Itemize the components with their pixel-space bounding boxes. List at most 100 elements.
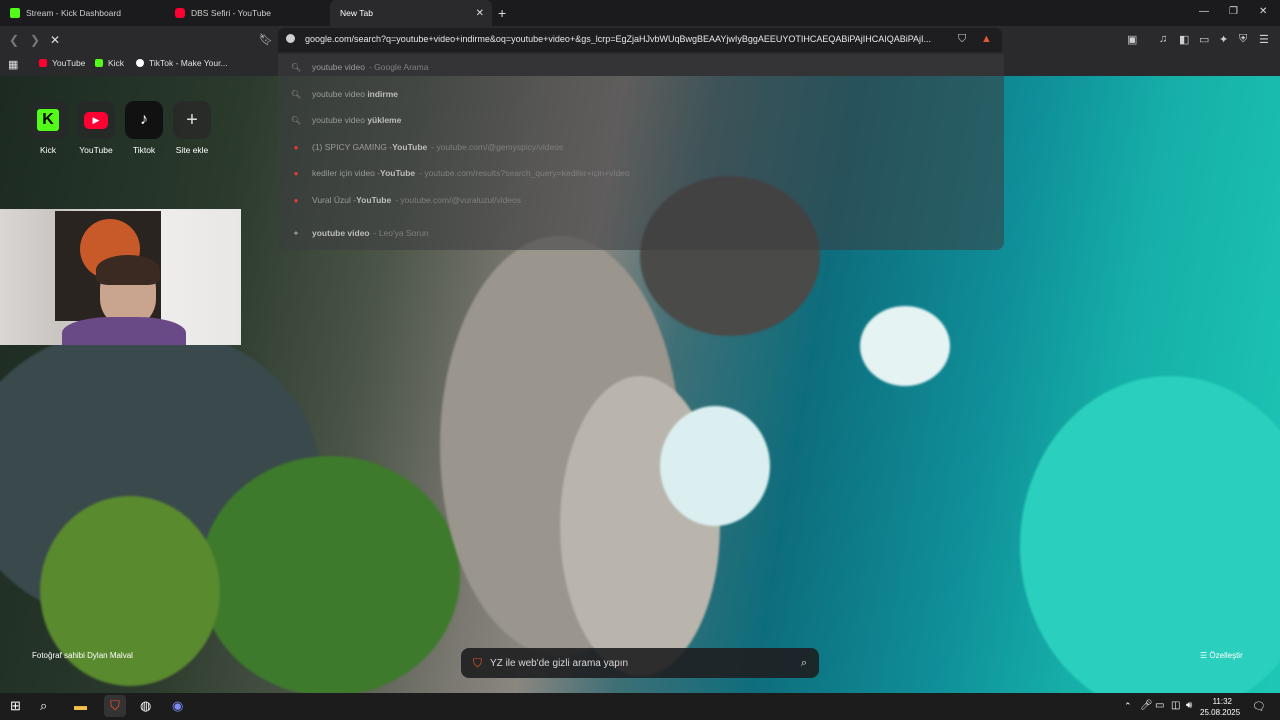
restore-icon[interactable]: ❐: [1229, 6, 1238, 17]
bookmark-kick[interactable]: Kick: [95, 58, 124, 68]
close-icon[interactable]: ✕: [476, 8, 484, 19]
search-icon[interactable]: ⌕: [801, 657, 807, 670]
clock[interactable]: 11:32 25.08.2025: [1200, 696, 1241, 718]
suggestion-source: - Google Arama: [368, 62, 429, 72]
youtube-icon: ●: [293, 168, 299, 178]
suggestion-text: Vural Üzul -: [312, 195, 357, 205]
youtube-icon: ▶: [77, 101, 115, 139]
tab-strip: Stream - Kick Dashboard DBS Sefiri - You…: [0, 0, 1280, 26]
leo-ai-icon[interactable]: ✦: [1219, 33, 1228, 46]
plus-icon: +: [173, 101, 211, 139]
bookmark-youtube[interactable]: YouTube: [39, 58, 85, 68]
window-close-icon[interactable]: ✕: [1259, 6, 1267, 17]
suggestion-text: youtube video: [312, 89, 365, 99]
tab-title: New Tab: [340, 8, 373, 18]
shortcut-tiktok[interactable]: ♪ Tiktok: [125, 101, 163, 155]
suggestion-url: - youtube.com/results?search_query=kedil…: [419, 168, 630, 178]
suggestion-bold: YouTube: [356, 195, 392, 205]
shortcut-add-site[interactable]: + Site ekle: [173, 101, 211, 155]
new-tab-button[interactable]: +: [498, 5, 506, 21]
suggestion-text: youtube video: [312, 115, 365, 125]
sidebar-icon[interactable]: ◧: [1179, 33, 1189, 46]
minimize-icon[interactable]: —: [1199, 6, 1209, 17]
brave-browser-icon[interactable]: ⛉: [104, 695, 126, 717]
suggestion-item[interactable]: 🔍︎ youtube video indirme: [278, 81, 1004, 107]
customize-button[interactable]: ☰ Özelleştir: [1200, 651, 1243, 660]
tab-youtube[interactable]: DBS Sefiri - YouTube: [165, 0, 330, 26]
suggestion-text: kediler için video -: [312, 168, 381, 178]
clock-time: 11:32: [1212, 697, 1232, 706]
apps-grid-icon[interactable]: ▦: [8, 58, 18, 71]
network-icon[interactable]: ◫: [1171, 700, 1180, 711]
tab-title: Stream - Kick Dashboard: [26, 8, 121, 18]
forward-button[interactable]: ❯: [30, 33, 40, 47]
back-button[interactable]: ❮: [9, 33, 19, 47]
suggestion-source: - Leo'ya Sorun: [373, 228, 429, 238]
suggestion-item[interactable]: ● Vural Üzul - YouTube - youtube.com/@vu…: [278, 187, 1004, 213]
search-icon[interactable]: ⌕: [40, 698, 47, 714]
youtube-icon: ●: [293, 142, 299, 152]
suggestion-url: - youtube.com/@vuraluzul/videos: [395, 195, 522, 205]
suggestion-bold: yükleme: [367, 115, 402, 125]
private-search-box[interactable]: ⛉ YZ ile web'de gizli arama yapın ⌕: [461, 648, 819, 678]
kick-icon: K: [29, 101, 67, 139]
brave-rewards-icon[interactable]: ▲: [981, 33, 992, 45]
windows-start-icon[interactable]: ⊞: [10, 698, 21, 714]
private-search-placeholder: YZ ile web'de gizli arama yapın: [490, 657, 629, 669]
youtube-icon: ●: [293, 195, 299, 205]
suggestion-bold: indirme: [367, 89, 399, 99]
notifications-icon[interactable]: 🗨︎: [1252, 700, 1266, 713]
tab-new-tab[interactable]: New Tab ✕: [330, 0, 492, 26]
tab-search-icon[interactable]: ▣: [1127, 33, 1137, 46]
site-info-icon[interactable]: [286, 34, 295, 43]
bookmark-label: Kick: [108, 58, 125, 68]
wallet-icon[interactable]: ▭: [1199, 33, 1209, 46]
photo-credit[interactable]: Fotoğraf sahibi Dylan Malval: [32, 651, 133, 660]
suggestion-item[interactable]: ● (1) SPICY GAMING - YouTube - youtube.c…: [278, 134, 1004, 160]
stop-loading-button[interactable]: ✕: [50, 33, 60, 47]
vpn-icon[interactable]: ⛨: [1239, 33, 1247, 46]
search-icon: 🔍︎: [290, 115, 302, 125]
suggestion-text: (1) SPICY GAMING -: [312, 142, 393, 152]
leo-icon: ✦: [292, 228, 300, 238]
tab-title: DBS Sefiri - YouTube: [191, 8, 272, 18]
discord-icon[interactable]: ◉: [172, 698, 183, 714]
bookmark-icon[interactable]: 🔖︎: [259, 33, 273, 46]
file-explorer-icon[interactable]: ▬: [74, 698, 87, 713]
toolbar: ❮ ❯ ✕ 🔖︎ google.com/search?q=youtube+vid…: [0, 26, 1280, 54]
suggestion-item[interactable]: 🔍︎ youtube video - Google Arama: [278, 54, 1004, 80]
customize-label: Özelleştir: [1209, 651, 1243, 660]
suggestion-item[interactable]: ● kediler için video - YouTube - youtube…: [278, 160, 1004, 186]
kick-icon: [10, 8, 20, 18]
microphone-icon[interactable]: 🎤︎: [1140, 700, 1153, 711]
suggestion-item[interactable]: 🔍︎ youtube video yükleme: [278, 107, 1004, 133]
brave-shields-icon[interactable]: ⛉: [958, 33, 966, 46]
suggestion-item[interactable]: ✦ youtube video - Leo'ya Sorun: [278, 220, 1004, 246]
kick-icon: [95, 59, 103, 67]
tab-kick-dashboard[interactable]: Stream - Kick Dashboard: [0, 0, 165, 26]
menu-icon[interactable]: ☰: [1259, 33, 1269, 46]
suggestion-bold: YouTube: [380, 168, 416, 178]
chevron-up-icon[interactable]: ⌃: [1124, 701, 1132, 712]
media-icon[interactable]: ♫: [1159, 33, 1167, 45]
tiktok-icon: [136, 59, 144, 67]
taskbar: ⊞ ⌕ ▬ ⛉ ◍ ◉ ⌃ 🎤︎ ▭ ◫ 🔊︎ 11:32 25.08.2025…: [0, 693, 1280, 720]
youtube-icon: [39, 59, 47, 67]
shortcut-youtube[interactable]: ▶ YouTube: [77, 101, 115, 155]
app-icon[interactable]: ◍: [140, 698, 151, 714]
shortcut-label: Site ekle: [175, 145, 209, 155]
suggestion-bold: youtube video: [312, 228, 370, 238]
battery-icon[interactable]: ▭: [1155, 700, 1164, 711]
search-icon: 🔍︎: [290, 89, 302, 99]
volume-icon[interactable]: 🔊︎: [1186, 700, 1192, 711]
suggestion-url: - youtube.com/@gemyspicy/videos: [431, 142, 564, 152]
bookmark-label: YouTube: [52, 58, 86, 68]
address-bar[interactable]: google.com/search?q=youtube+video+indirm…: [278, 28, 1002, 52]
bookmark-tiktok[interactable]: TikTok - Make Your...: [136, 58, 228, 68]
youtube-icon: [175, 8, 185, 18]
omnibox-suggestions: 🔍︎ youtube video - Google Arama 🔍︎ youtu…: [278, 54, 1004, 250]
url-text[interactable]: google.com/search?q=youtube+video+indirm…: [305, 34, 945, 44]
clock-date: 25.08.2025: [1200, 708, 1241, 717]
shortcut-kick[interactable]: K Kick: [29, 101, 67, 155]
streamer-hair: [96, 255, 160, 285]
